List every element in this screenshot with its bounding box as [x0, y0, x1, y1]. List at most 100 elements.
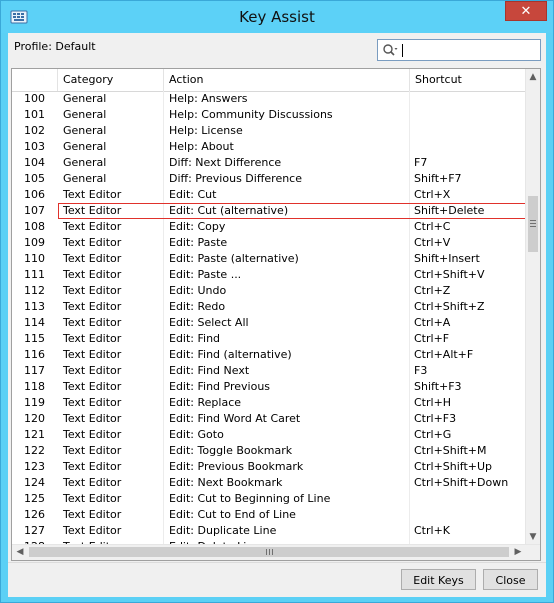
action-cell: Help: About: [164, 139, 410, 155]
table-row[interactable]: 120 Text Editor Edit: Find Word At Caret Ct…: [12, 411, 527, 427]
action-cell: Edit: Paste (alternative): [164, 251, 410, 267]
table-row[interactable]: 105 General Diff: Previous Difference Shift…: [12, 171, 527, 187]
table-row[interactable]: 101 General Help: Community Discussions: [12, 107, 527, 123]
text-caret: [402, 44, 403, 57]
table-row[interactable]: 111 Text Editor Edit: Paste ... Ctrl+Shift+…: [12, 267, 527, 283]
table-row[interactable]: 126 Text Editor Edit: Cut to End of Line: [12, 507, 527, 523]
column-header-shortcut[interactable]: Shortcut: [410, 69, 527, 91]
table-row[interactable]: 121 Text Editor Edit: Goto Ctrl+G: [12, 427, 527, 443]
row-number: 100: [24, 92, 45, 105]
row-number: 127: [24, 524, 45, 537]
row-number: 124: [24, 476, 45, 489]
search-icon: [383, 44, 398, 56]
action-cell: Edit: Replace: [164, 395, 410, 411]
category-cell: General: [58, 123, 164, 139]
shortcut-cell: F3: [410, 363, 527, 379]
action-cell: Edit: Duplicate Line: [164, 523, 410, 539]
table-row[interactable]: 109 Text Editor Edit: Paste Ctrl+V: [12, 235, 527, 251]
category-cell: Text Editor: [58, 347, 164, 363]
shortcut-cell: Ctrl+Shift+Up: [410, 459, 527, 475]
horizontal-scroll-thumb[interactable]: [29, 547, 509, 557]
row-number: 110: [24, 252, 45, 265]
grip-line: [266, 549, 267, 555]
category-cell: Text Editor: [58, 283, 164, 299]
row-number: 109: [24, 236, 45, 249]
search-input[interactable]: [377, 39, 541, 61]
shortcut-cell: Ctrl+Shift+M: [410, 443, 527, 459]
shortcut-cell: Shift+F7: [410, 171, 527, 187]
table-row[interactable]: 115 Text Editor Edit: Find Ctrl+F: [12, 331, 527, 347]
table-row[interactable]: 119 Text Editor Edit: Replace Ctrl+H: [12, 395, 527, 411]
table-row[interactable]: 114 Text Editor Edit: Select All Ctrl+A: [12, 315, 527, 331]
table-row[interactable]: 112 Text Editor Edit: Undo Ctrl+Z: [12, 283, 527, 299]
title-bar[interactable]: Key Assist ✕: [1, 1, 553, 33]
row-number: 125: [24, 492, 45, 505]
action-cell: Edit: Redo: [164, 299, 410, 315]
category-cell: Text Editor: [58, 331, 164, 347]
shortcut-cell: Ctrl+F3: [410, 411, 527, 427]
table-row[interactable]: 123 Text Editor Edit: Previous Bookmark Ctr…: [12, 459, 527, 475]
table-row[interactable]: 127 Text Editor Edit: Duplicate Line Ctrl+K: [12, 523, 527, 539]
row-number: 116: [24, 348, 45, 361]
shortcut-table[interactable]: Category Action Shortcut 100 General Help:…: [11, 68, 541, 561]
category-cell: Text Editor: [58, 219, 164, 235]
shortcut-cell: Ctrl+A: [410, 315, 527, 331]
table-body: 100 General Help: Answers 101 General Help: C…: [12, 91, 527, 545]
action-cell: Help: License: [164, 123, 410, 139]
action-cell: Edit: Cut to Beginning of Line: [164, 491, 410, 507]
row-number: 115: [24, 332, 45, 345]
table-row[interactable]: 104 General Diff: Next Difference F7: [12, 155, 527, 171]
window-close-button[interactable]: ✕: [505, 1, 547, 21]
table-row[interactable]: 116 Text Editor Edit: Find (alternative) Ct…: [12, 347, 527, 363]
table-row[interactable]: 106 Text Editor Edit: Cut Ctrl+X: [12, 187, 527, 203]
action-cell: Edit: Paste: [164, 235, 410, 251]
row-number: 123: [24, 460, 45, 473]
table-row[interactable]: 125 Text Editor Edit: Cut to Beginning of …: [12, 491, 527, 507]
column-header-action[interactable]: Action: [164, 69, 410, 91]
category-cell: Text Editor: [58, 459, 164, 475]
table-row[interactable]: 102 General Help: License: [12, 123, 527, 139]
edit-keys-button[interactable]: Edit Keys: [401, 569, 476, 590]
table-row[interactable]: 103 General Help: About: [12, 139, 527, 155]
shortcut-cell: Ctrl+Z: [410, 283, 527, 299]
category-cell: Text Editor: [58, 251, 164, 267]
column-header-category[interactable]: Category: [58, 69, 164, 91]
shortcut-cell: Shift+Insert: [410, 251, 527, 267]
scroll-right-arrow-icon[interactable]: ▶: [510, 545, 526, 560]
action-cell: Edit: Goto: [164, 427, 410, 443]
scroll-down-arrow-icon[interactable]: ▼: [526, 529, 540, 545]
scroll-left-arrow-icon[interactable]: ◀: [12, 545, 28, 560]
shortcut-cell: Ctrl+Shift+Down: [410, 475, 527, 491]
table-header: Category Action Shortcut: [12, 69, 527, 92]
grip-line: [269, 549, 270, 555]
dialog-footer: Edit Keys Close: [8, 562, 546, 597]
row-number: 122: [24, 444, 45, 457]
table-row[interactable]: 117 Text Editor Edit: Find Next F3: [12, 363, 527, 379]
category-cell: Text Editor: [58, 299, 164, 315]
row-number: 102: [24, 124, 45, 137]
category-cell: Text Editor: [58, 443, 164, 459]
shortcut-cell: [410, 107, 527, 123]
action-cell: Edit: Cut to End of Line: [164, 507, 410, 523]
row-number: 106: [24, 188, 45, 201]
table-row[interactable]: 108 Text Editor Edit: Copy Ctrl+C: [12, 219, 527, 235]
table-row[interactable]: 113 Text Editor Edit: Redo Ctrl+Shift+Z: [12, 299, 527, 315]
vertical-scroll-thumb[interactable]: [528, 196, 538, 252]
category-cell: General: [58, 107, 164, 123]
scroll-up-arrow-icon[interactable]: ▲: [526, 69, 540, 85]
category-cell: Text Editor: [58, 475, 164, 491]
table-row[interactable]: 110 Text Editor Edit: Paste (alternative) S…: [12, 251, 527, 267]
category-cell: Text Editor: [58, 491, 164, 507]
table-row[interactable]: 122 Text Editor Edit: Toggle Bookmark Ctrl+…: [12, 443, 527, 459]
grip-line: [272, 549, 273, 555]
vertical-scrollbar[interactable]: ▲ ▼: [525, 69, 540, 545]
table-row[interactable]: 124 Text Editor Edit: Next Bookmark Ctrl+Sh…: [12, 475, 527, 491]
row-number: 117: [24, 364, 45, 377]
close-button[interactable]: Close: [483, 569, 538, 590]
category-cell: Text Editor: [58, 395, 164, 411]
horizontal-scrollbar[interactable]: ◀ ▶: [12, 544, 540, 560]
table-row[interactable]: 100 General Help: Answers: [12, 91, 527, 107]
shortcut-cell: Shift+F3: [410, 379, 527, 395]
table-row[interactable]: 107 Text Editor Edit: Cut (alternative) Shi…: [12, 203, 527, 219]
table-row[interactable]: 118 Text Editor Edit: Find Previous Shift+F…: [12, 379, 527, 395]
